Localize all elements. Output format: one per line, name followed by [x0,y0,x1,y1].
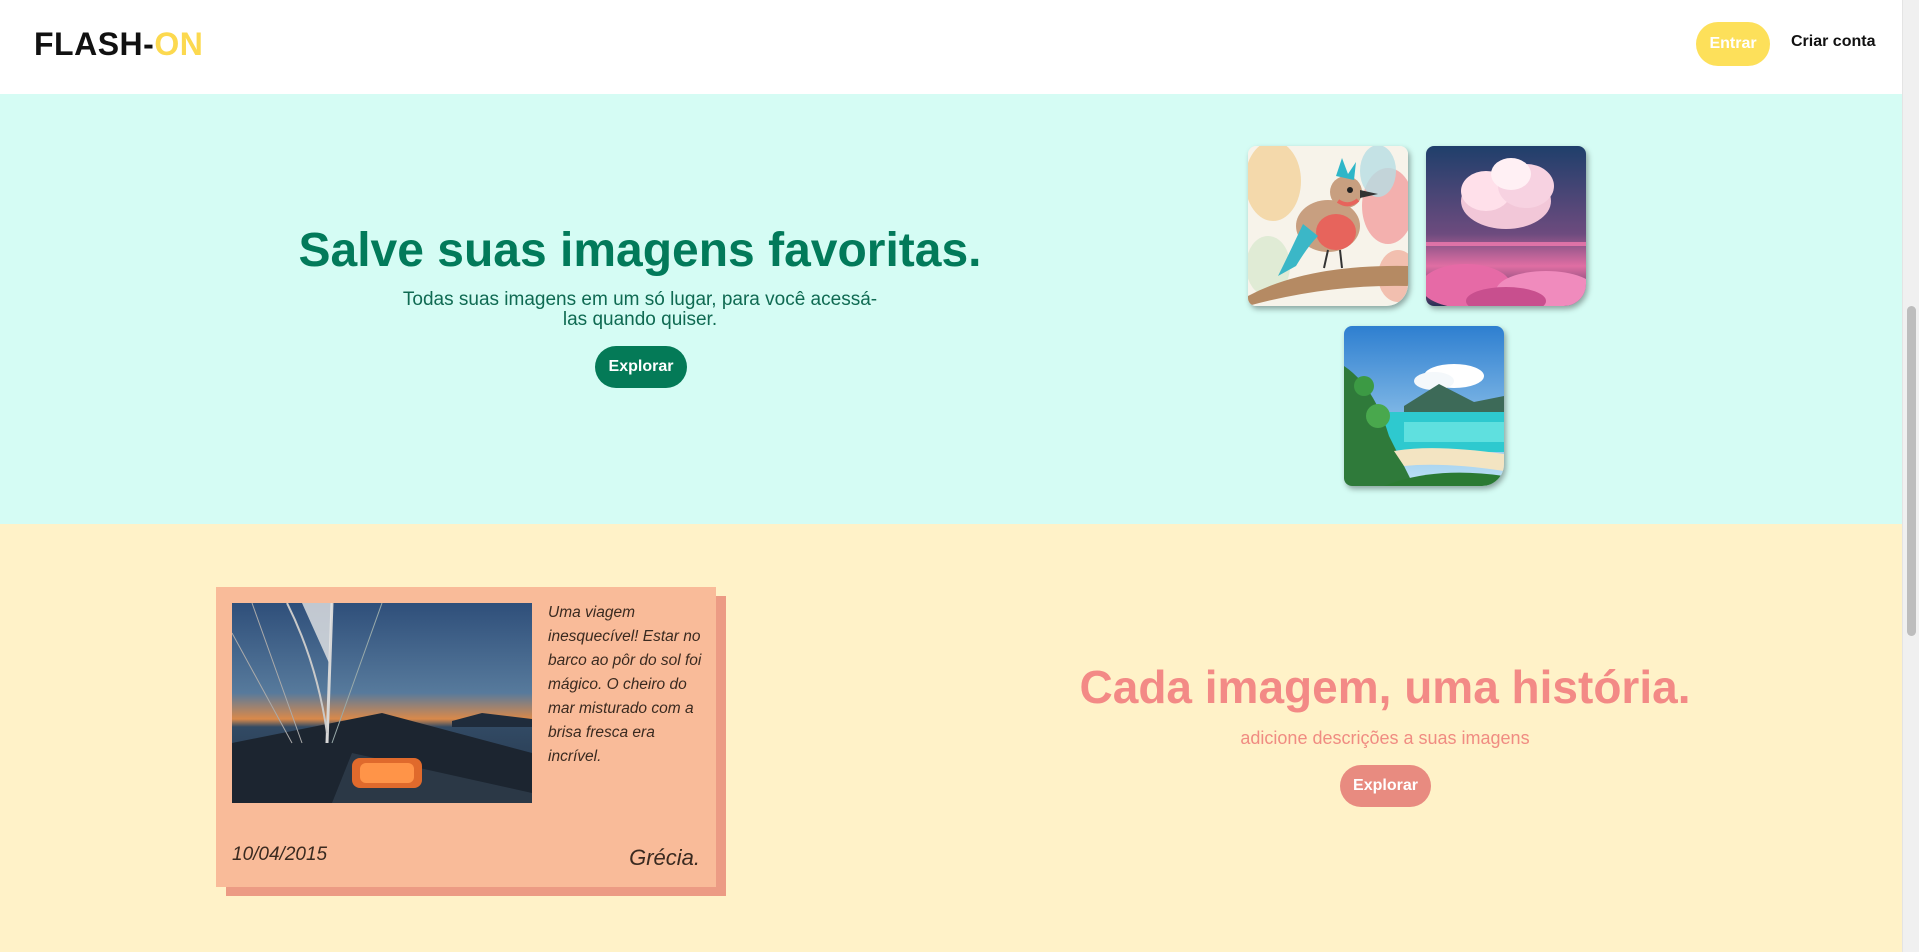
sailboat-photo-graphic [232,603,532,803]
story-card-description: Uma viagem inesquecível! Estar no barco … [548,604,702,765]
login-button[interactable]: Entrar [1696,22,1770,66]
hero-title: Salve suas imagens favoritas. [298,224,982,277]
story-subtitle: adicione descrições a suas imagens [1240,728,1530,748]
top-navbar: FLASH-ON Entrar Criar conta [0,0,1902,94]
logo-accent-text: ON [154,26,204,62]
page: FLASH-ON Entrar Criar conta Salve suas i… [0,0,1919,952]
beach-illustration-graphic [1344,326,1504,486]
bird-image[interactable] [1248,146,1408,306]
logo-text: FLASH- [34,26,155,62]
story-section: Uma viagem inesquecível! Estar no barco … [0,524,1902,952]
clouds-illustration-graphic [1426,146,1586,306]
sailboat-image [232,603,532,803]
story-card-place: Grécia. [629,845,700,870]
logo[interactable]: FLASH-ON [34,26,203,63]
clouds-image[interactable] [1426,146,1586,306]
hero-section: Salve suas imagens favoritas. Todas suas… [0,94,1902,524]
story-explore-button[interactable]: Explorar [1340,765,1431,807]
bird-illustration-graphic [1248,146,1408,306]
hero-subtitle: Todas suas imagens em um só lugar, para … [402,289,878,330]
beach-image[interactable] [1344,326,1504,486]
story-title: Cada imagem, uma história. [1079,661,1691,713]
page-scrollbar[interactable] [1902,0,1919,952]
signup-link[interactable]: Criar conta [1791,33,1875,51]
story-card-date: 10/04/2015 [232,844,328,865]
story-card[interactable]: Uma viagem inesquecível! Estar no barco … [216,587,716,887]
hero-explore-button[interactable]: Explorar [595,346,687,388]
page-scrollbar-thumb[interactable] [1907,306,1916,636]
